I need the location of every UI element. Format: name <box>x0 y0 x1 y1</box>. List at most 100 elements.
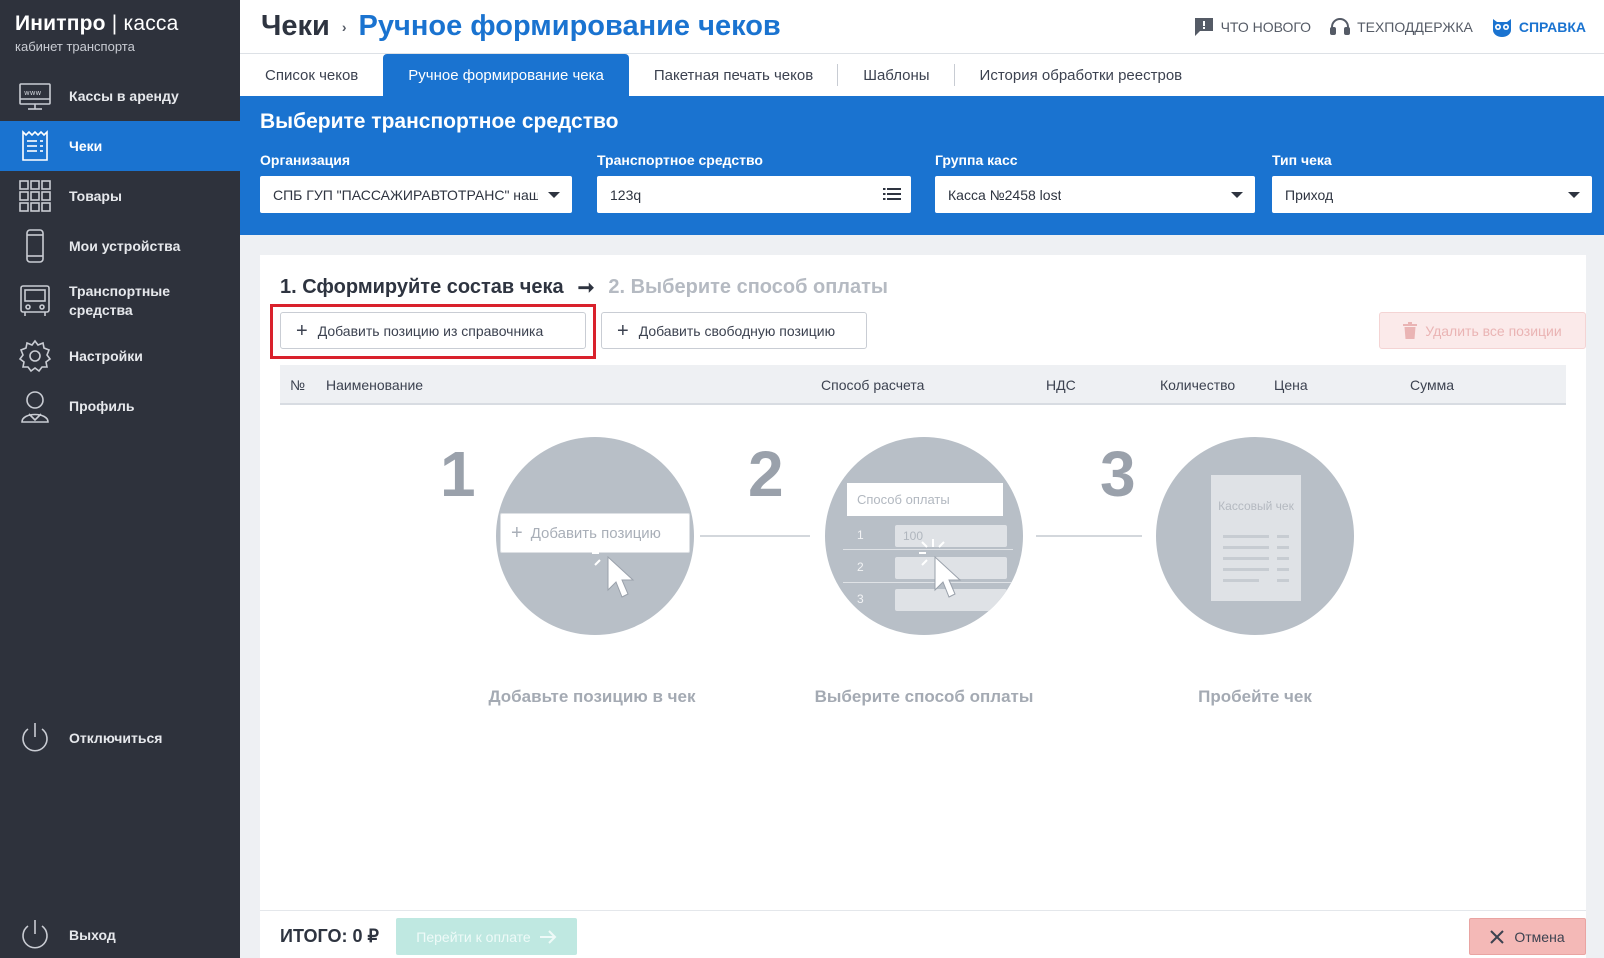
cancel-label: Отмена <box>1514 928 1565 945</box>
sidebar-item-vehicles[interactable]: Транспортные средства <box>0 271 240 331</box>
delete-all-button[interactable]: Удалить все позиции <box>1379 312 1586 349</box>
support-link[interactable]: Техподдержка <box>1329 16 1473 38</box>
whats-new-link[interactable]: Что нового <box>1193 16 1311 38</box>
receipt-composer: 1. Сформируйте состав чека ➞ 2. Выберите… <box>260 255 1586 958</box>
sidebar-item-profile[interactable]: Профиль <box>0 381 240 431</box>
receipt-icon: Кассовый чек <box>1211 475 1301 601</box>
col-price: Цена <box>1274 377 1308 393</box>
power-icon <box>17 720 53 756</box>
receipt-footer: ИТОГО: 0 ₽ Перейти к оплате Отмена <box>260 910 1586 958</box>
vehicle-label: Транспортное средство <box>597 152 763 168</box>
col-qty: Количество <box>1160 377 1236 393</box>
step-number-2: 2 <box>748 438 784 510</box>
header-links: Что нового Техподдержка Справка <box>1193 16 1586 38</box>
tab-templates[interactable]: Шаблоны <box>838 54 955 96</box>
step-2-title[interactable]: 2. Выберите способ оплаты <box>608 276 888 299</box>
org-label: Организация <box>260 152 351 168</box>
step-number-3: 3 <box>1100 438 1136 510</box>
sidebar-item-label: Кассы в аренду <box>69 87 179 104</box>
plus-icon: + <box>511 521 523 544</box>
receipt-line <box>1223 535 1269 538</box>
add-from-reference-label: Добавить позицию из справочника <box>317 322 544 339</box>
tab-batch-print[interactable]: Пакетная печать чеков <box>629 54 839 96</box>
col-sum: Сумма <box>1410 377 1454 393</box>
step-2-caption: Выберите способ оплаты <box>814 687 1034 706</box>
trash-icon <box>1403 322 1418 339</box>
vehicle-input[interactable]: 123q <box>597 176 911 213</box>
brand-name: Инитпро <box>15 12 106 35</box>
sidebar: Инитпро | касса кабинет транспорта www К… <box>0 0 240 958</box>
vehicle-value: 123q <box>610 186 642 203</box>
org-select[interactable]: СПБ ГУП "ПАССАЖИРАВТОТРАНС" наш <box>260 176 572 213</box>
sidebar-item-rent-kkt[interactable]: www Кассы в аренду <box>0 71 240 121</box>
sidebar-item-settings[interactable]: Настройки <box>0 331 240 381</box>
chevron-down-icon <box>548 192 560 198</box>
headset-icon <box>1330 18 1351 35</box>
sidebar-item-label: Настройки <box>69 347 143 364</box>
receipt-type-field: Тип чека Приход <box>1272 152 1592 213</box>
sidebar-item-label: Мои устройства <box>69 237 181 254</box>
receipt-line <box>1277 579 1289 582</box>
receipt-line <box>1223 546 1269 549</box>
step-number-1: 1 <box>440 438 476 510</box>
sidebar-item-exit[interactable]: Выход <box>0 910 116 958</box>
sidebar-item-label: Выход <box>69 926 116 943</box>
cursor-click-icon <box>592 539 635 598</box>
receipt-line <box>1277 535 1289 538</box>
help-link[interactable]: Справка <box>1491 16 1586 38</box>
receipt-line <box>1223 557 1269 560</box>
kkt-group-select[interactable]: Касса №2458 lost <box>935 176 1255 213</box>
step-1-caption: Добавьте позицию в чек <box>488 687 696 706</box>
tab-registry-history[interactable]: История обработки реестров <box>955 54 1208 96</box>
breadcrumb-separator: › <box>341 18 347 35</box>
add-from-reference-button[interactable]: + Добавить позицию из справочника <box>280 312 586 349</box>
power-icon <box>17 917 53 953</box>
brand-logo[interactable]: Инитпро | касса кабинет транспорта <box>15 12 178 54</box>
go-to-payment-button[interactable]: Перейти к оплате <box>396 918 577 955</box>
user-icon <box>17 388 53 424</box>
tab-bar: Список чеков Ручное формирование чека Па… <box>240 54 1604 96</box>
positions-table-header: № Наименование Способ расчета НДС Количе… <box>280 365 1566 405</box>
tab-receipts-list[interactable]: Список чеков <box>240 54 383 96</box>
sidebar-item-goods[interactable]: Товары <box>0 171 240 221</box>
arrow-right-icon: ➞ <box>577 277 595 299</box>
col-name: Наименование <box>326 377 424 393</box>
plus-icon: + <box>617 319 629 342</box>
brand-divider: | <box>111 12 118 35</box>
connector-line <box>1036 535 1142 537</box>
breadcrumb-root[interactable]: Чеки <box>261 10 330 43</box>
org-value: СПБ ГУП "ПАССАЖИРАВТОТРАНС" наш <box>273 186 538 203</box>
receipt-line <box>1277 568 1289 571</box>
col-method: Способ расчета <box>821 377 925 393</box>
plus-icon: + <box>296 319 308 342</box>
sidebar-item-devices[interactable]: Мои устройства <box>0 221 240 271</box>
receipt-type-select[interactable]: Приход <box>1272 176 1592 213</box>
sidebar-item-label: Чеки <box>69 137 103 154</box>
sidebar-item-label: Профиль <box>69 397 135 414</box>
receipt-line <box>1277 557 1289 560</box>
receipt-line <box>1223 568 1269 571</box>
receipt-caption: Кассовый чек <box>1218 499 1294 513</box>
vehicle-selector: Выберите транспортное средство Организац… <box>240 96 1604 235</box>
add-free-position-button[interactable]: + Добавить свободную позицию <box>601 312 867 349</box>
empty-state-illustration: 1 + Добавить позицию 2 Способ оплаты 1 1… <box>260 415 1586 715</box>
sidebar-item-label: Товары <box>69 187 122 204</box>
list-icon[interactable] <box>883 186 901 202</box>
cancel-button[interactable]: Отмена <box>1469 918 1586 955</box>
page-title: Ручное формирование чеков <box>358 10 781 42</box>
breadcrumb: Чеки › Ручное формирование чеков <box>261 10 781 43</box>
sidebar-item-label: Транспортные средства <box>69 283 171 318</box>
sidebar-item-receipts[interactable]: Чеки <box>0 121 240 171</box>
receipt-line <box>1277 546 1289 549</box>
whats-new-label: Что нового <box>1220 19 1312 35</box>
col-vat: НДС <box>1046 377 1076 393</box>
receipt-line <box>1223 579 1259 582</box>
tab-manual-receipt[interactable]: Ручное формирование чека <box>383 54 629 96</box>
tab-label: Шаблоны <box>863 66 930 84</box>
kkt-group-value: Касса №2458 lost <box>948 186 1062 203</box>
tab-label: Пакетная печать чеков <box>653 66 814 84</box>
mock-row-number: 2 <box>857 560 864 574</box>
sidebar-item-disconnect[interactable]: Отключиться <box>0 713 162 763</box>
www-monitor-icon: www <box>17 78 53 114</box>
org-field: Организация СПБ ГУП "ПАССАЖИРАВТОТРАНС" … <box>260 152 572 213</box>
